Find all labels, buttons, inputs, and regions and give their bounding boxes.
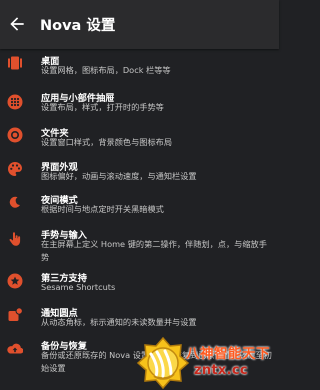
settings-list: 桌面 设置网格，图标布局，Dock 栏等等 应用与小部件抽屉 设置布局，样式，打… [0,49,279,373]
settings-item-night-mode[interactable]: 夜间模式 根据时间与地点定时开关黑暗模式 [0,185,279,219]
settings-item-gestures[interactable]: 手势与输入 在主屏幕上定义 Home 键的第二操作，伴随划，点，与缩放手势 [0,219,279,264]
item-subtitle: 图标偏好，动画与滚动速度，与通知栏设置 [41,171,197,181]
settings-item-third-party[interactable]: 第三方支持 Sesame Shortcuts [0,264,279,298]
moon-icon [9,196,20,208]
settings-item-look-and-feel[interactable]: 界面外观 图标偏好，动画与滚动速度，与通知栏设置 [0,151,279,185]
item-subtitle: 设置布局，样式，打开时的手势等 [41,102,164,112]
third-party-icon [7,273,23,289]
backup-icon [7,343,23,354]
gesture-icon [9,232,21,246]
item-subtitle: 从动态角标，标示通知的未读数量并与设置 [41,317,197,327]
back-arrow-icon[interactable] [7,14,27,34]
watermark-url-text: zntx.cc [194,363,248,378]
settings-item-app-drawer[interactable]: 应用与小部件抽屉 设置布局，样式，打开时的手势等 [0,85,279,118]
item-subtitle: 设置网格，图标布局，Dock 栏等等 [41,65,171,75]
settings-item-notification-dots[interactable]: 通知圆点 从动态角标，标示通知的未读数量并与设置 [0,298,279,331]
app-drawer-icon [7,94,23,110]
watermark-brand-text: 八神智能天下 [186,346,270,362]
notification-dot-icon [8,307,23,321]
app-bar: Nova 设置 [0,0,279,49]
item-subtitle: 设置窗口样式，背景颜色与图标布局 [41,137,173,147]
settings-item-folders[interactable]: 文件夹 设置窗口样式，背景颜色与图标布局 [0,118,279,151]
folder-icon [7,127,23,143]
page-title: Nova 设置 [40,18,116,34]
item-subtitle: 根据时间与地点定时开关黑暗模式 [41,204,164,214]
settings-item-desktop[interactable]: 桌面 设置网格，图标布局，Dock 栏等等 [0,49,279,85]
watermark: 八神智能天下 zntx.cc [136,336,279,390]
item-subtitle: Sesame Shortcuts [41,282,116,292]
desktop-icon [8,56,22,70]
watermark-logo-icon [136,336,190,390]
item-subtitle: 在主屏幕上定义 Home 键的第二操作，伴随划，点，与缩放手势 [41,239,267,262]
palette-icon [8,162,22,176]
